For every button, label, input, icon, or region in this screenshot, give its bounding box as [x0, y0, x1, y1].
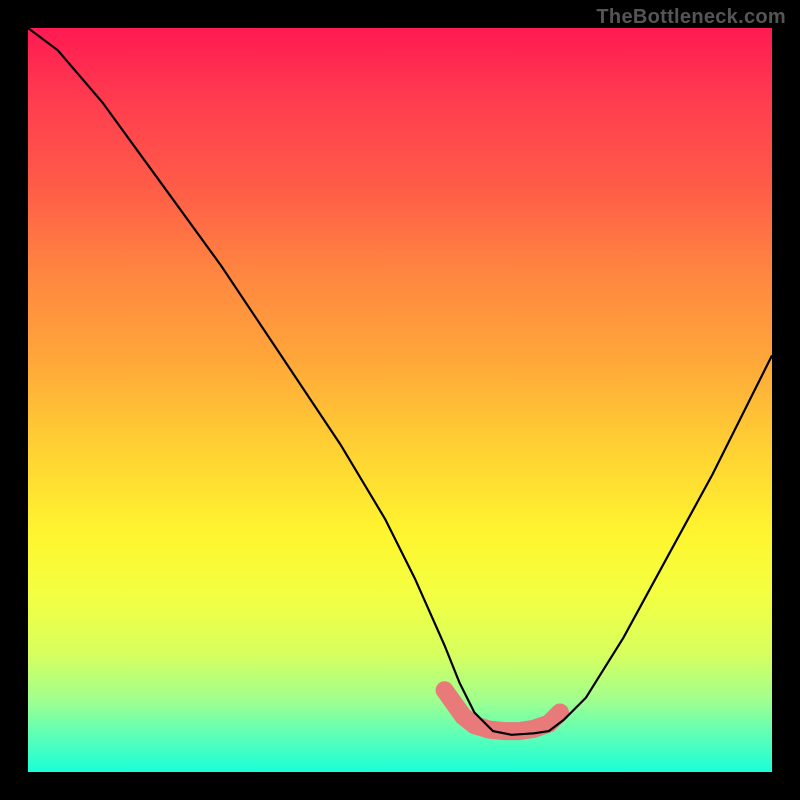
chart-plot-area	[28, 28, 772, 772]
watermark-text: TheBottleneck.com	[596, 6, 786, 29]
optimal-range-band	[445, 690, 560, 731]
bottleneck-curve	[28, 28, 772, 735]
chart-svg	[28, 28, 772, 772]
